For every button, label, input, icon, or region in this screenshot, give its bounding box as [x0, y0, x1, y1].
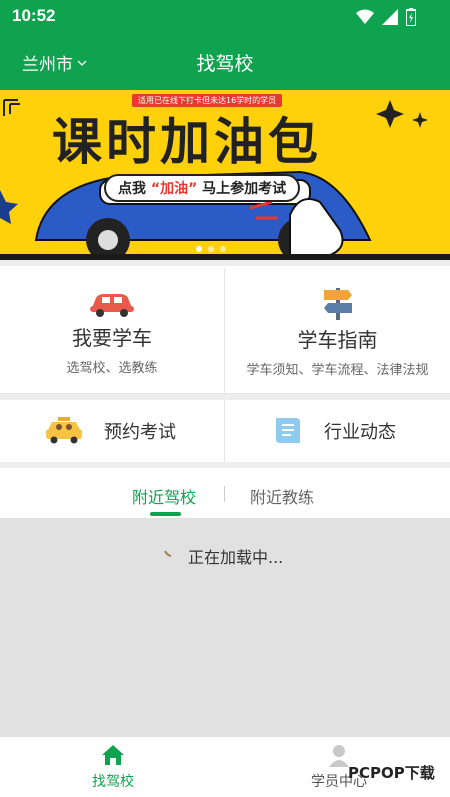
signpost-icon — [323, 288, 352, 320]
feature-row: 预约考试 行业动态 — [0, 400, 450, 462]
home-icon — [102, 745, 124, 765]
carousel-dot[interactable] — [220, 246, 226, 252]
carousel-dot[interactable] — [208, 246, 214, 252]
learn-driving-subtitle: 选驾校、选教练 — [66, 361, 158, 376]
learn-driving-card[interactable]: 我要学车 选驾校、选教练 — [0, 268, 224, 394]
exam-booking-label: 预约考试 — [104, 422, 176, 443]
nearby-tabs: 附近驾校 附近教练 — [0, 468, 450, 518]
nav-find-school-label: 找驾校 — [92, 774, 134, 790]
loading-spinner-icon — [164, 550, 172, 557]
industry-news-card[interactable]: 行业动态 — [270, 400, 450, 462]
status-time: 10:52 — [12, 6, 56, 25]
active-tab-indicator — [150, 512, 181, 516]
loading-text: 正在加载中... — [188, 548, 284, 567]
guide-card[interactable]: 学车指南 学车须知、学车流程、法律法规 — [225, 268, 450, 394]
battery-icon — [406, 8, 416, 26]
scroll-document-icon — [276, 418, 300, 443]
banner-headline: 课时加油包 — [52, 113, 322, 171]
banner-cta[interactable]: 点我 “加油” 马上参加考试 — [104, 174, 301, 202]
feature-grid: 我要学车 选驾校、选教练 学车指南 学车须知、学车流程、法律法规 — [0, 268, 450, 394]
guide-title: 学车指南 — [297, 328, 378, 352]
learn-driving-title: 我要学车 — [72, 326, 152, 350]
promo-banner[interactable]: 适用已在线下打卡但未达16学时的学员 课时加油包 点我 “加油” 马上参加考试 — [0, 90, 450, 260]
cta-part-3: 马上参加考试 — [202, 181, 287, 197]
cta-part-2: “加油” — [150, 181, 198, 197]
taxi-icon — [46, 417, 82, 444]
status-bar: 10:52 — [0, 0, 450, 34]
list-content-area: 正在加载中... — [0, 518, 450, 736]
guide-subtitle: 学车须知、学车流程、法律法规 — [246, 363, 429, 378]
nav-find-school[interactable]: 找驾校 — [82, 743, 144, 791]
carousel-dots — [196, 246, 226, 252]
status-icons — [356, 8, 416, 26]
tab-nearby-coaches[interactable]: 附近教练 — [250, 484, 314, 508]
red-car-icon — [90, 294, 134, 317]
industry-news-label: 行业动态 — [324, 422, 396, 443]
cta-part-1: 点我 — [118, 181, 146, 197]
grid-divider — [224, 400, 225, 462]
watermark-logo: PCPOP下载 — [348, 764, 435, 782]
app-bar: 兰州市 找驾校 — [0, 34, 450, 90]
wifi-icon — [356, 9, 374, 24]
carousel-dot[interactable] — [196, 246, 202, 252]
tab-separator — [224, 486, 225, 502]
exam-booking-card[interactable]: 预约考试 — [44, 400, 224, 462]
tab-nearby-schools[interactable]: 附近驾校 — [132, 484, 196, 508]
section-divider — [0, 260, 450, 266]
signal-icon — [382, 9, 398, 25]
loading-indicator: 正在加载中... — [162, 544, 283, 568]
page-title: 找驾校 — [196, 53, 254, 75]
